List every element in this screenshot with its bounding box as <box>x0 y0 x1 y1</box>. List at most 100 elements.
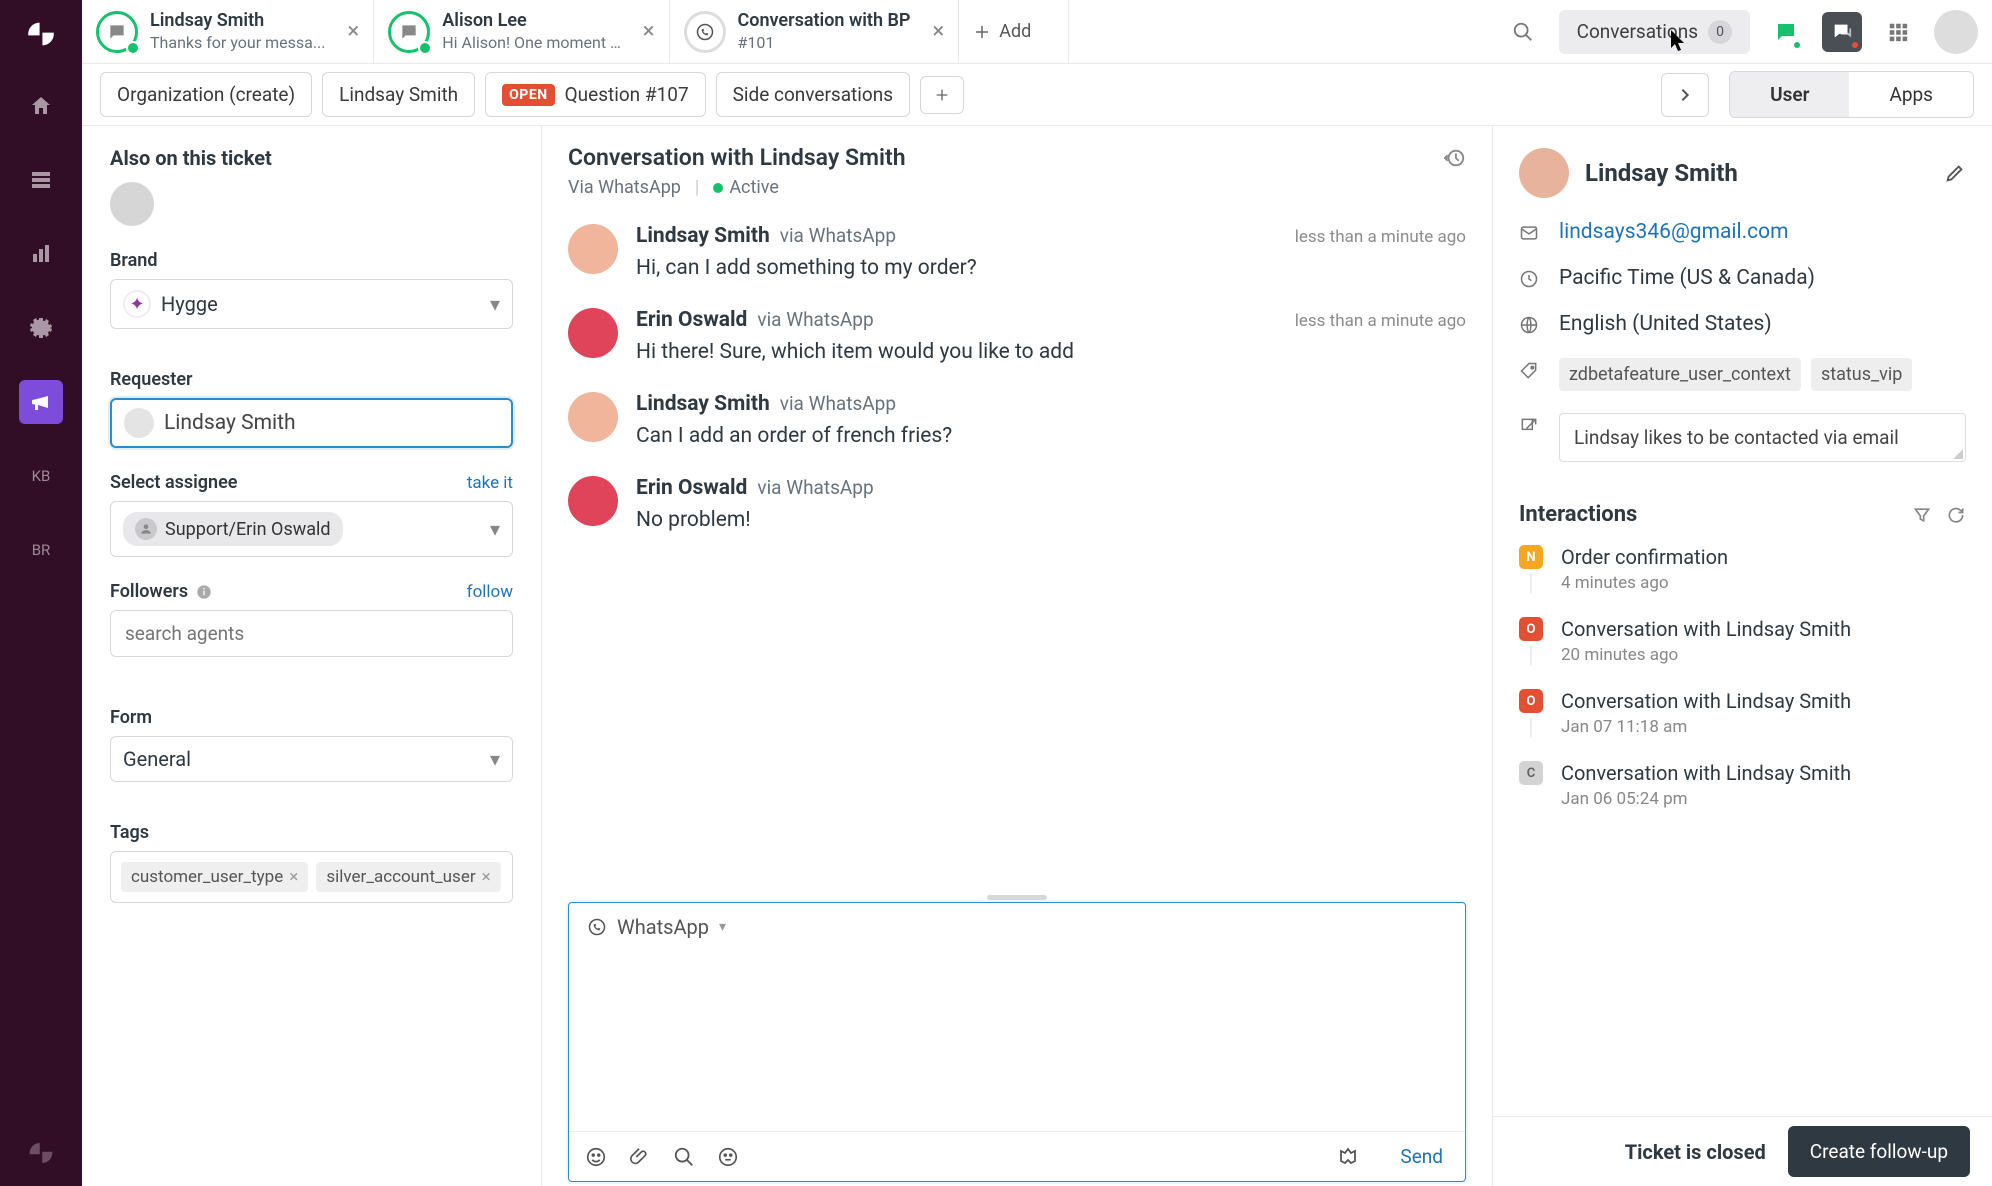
requester-label: Requester <box>110 369 513 390</box>
close-icon[interactable]: × <box>348 19 360 44</box>
search-kb-icon[interactable] <box>673 1146 695 1168</box>
zendesk-logo-icon[interactable] <box>21 14 61 54</box>
composer-textarea[interactable] <box>569 951 1465 1131</box>
breadcrumb-user[interactable]: Lindsay Smith <box>322 72 475 117</box>
refresh-icon[interactable] <box>1946 505 1966 525</box>
message: Erin Oswaldvia WhatsAppless than a minut… <box>568 308 1466 364</box>
talk-icon[interactable] <box>1822 12 1862 52</box>
search-icon[interactable] <box>1503 12 1543 52</box>
user-email[interactable]: lindsays346@gmail.com <box>1559 220 1789 244</box>
user-notes[interactable]: Lindsay likes to be contacted via email <box>1559 413 1966 462</box>
attachment-icon[interactable] <box>629 1146 651 1168</box>
history-icon[interactable] <box>1444 147 1466 169</box>
tab-0[interactable]: Lindsay SmithThanks for your messa... × <box>82 0 374 63</box>
form-label: Form <box>110 707 513 728</box>
breadcrumb-ticket[interactable]: OPEN Question #107 <box>485 72 705 117</box>
breadcrumb-org[interactable]: Organization (create) <box>100 72 312 117</box>
chevron-down-icon: ▾ <box>490 747 500 771</box>
user-profile: Lindsay Smith lindsays346@gmail.com Paci… <box>1493 126 1992 462</box>
knowledge-capture-icon[interactable] <box>1336 1145 1360 1169</box>
interaction-badge: N <box>1519 545 1543 569</box>
plus-icon <box>934 87 950 103</box>
emoji2-icon[interactable] <box>717 1146 739 1168</box>
drag-handle[interactable] <box>568 892 1466 902</box>
message-list: Lindsay Smithvia WhatsAppless than a min… <box>542 206 1492 892</box>
follow-link[interactable]: follow <box>467 582 513 602</box>
viewer-avatar[interactable] <box>110 182 154 226</box>
person-icon <box>135 518 157 540</box>
message-avatar <box>568 476 618 526</box>
add-side-conv-button[interactable] <box>920 76 964 114</box>
brand-value: Hygge <box>161 292 218 316</box>
kb-link[interactable]: KB <box>19 454 63 498</box>
toggle-user[interactable]: User <box>1730 72 1849 117</box>
message: Lindsay Smithvia WhatsAppless than a min… <box>568 224 1466 280</box>
requester-input[interactable]: Lindsay Smith <box>110 398 513 448</box>
chevron-right-icon <box>1677 87 1693 103</box>
interaction-item[interactable]: O Conversation with Lindsay SmithJan 07 … <box>1519 689 1966 737</box>
tags-input[interactable]: customer_user_type × silver_account_user … <box>110 851 513 903</box>
assignee-select[interactable]: Support/Erin Oswald ▾ <box>110 501 513 557</box>
tab-2[interactable]: Conversation with BP#101 × <box>670 0 960 63</box>
edit-icon[interactable] <box>1944 162 1966 184</box>
user-timezone: Pacific Time (US & Canada) <box>1559 266 1815 290</box>
close-icon[interactable]: × <box>643 19 655 44</box>
ticket-label: Question #107 <box>565 83 689 106</box>
whatsapp-icon <box>587 917 607 937</box>
conversation-via: Via WhatsApp <box>568 177 681 198</box>
create-followup-button[interactable]: Create follow-up <box>1788 1126 1970 1177</box>
ticket-footer: Ticket is closed Create follow-up <box>1493 1116 1992 1186</box>
send-button[interactable]: Send <box>1400 1145 1443 1168</box>
context-toggle: User Apps <box>1729 71 1974 118</box>
filter-icon[interactable] <box>1912 505 1932 525</box>
admin-icon[interactable] <box>19 306 63 350</box>
message: Lindsay Smithvia WhatsApp Can I add an o… <box>568 392 1466 448</box>
tab-1[interactable]: Alison LeeHi Alison! One moment … × <box>374 0 669 63</box>
interaction-item[interactable]: N Order confirmation4 minutes ago <box>1519 545 1966 593</box>
zendesk-brand-icon <box>26 1138 56 1168</box>
followers-input[interactable] <box>110 610 513 657</box>
side-conversations-tab[interactable]: Side conversations <box>716 72 910 117</box>
remove-tag-icon[interactable]: × <box>482 867 491 887</box>
user-name: Lindsay Smith <box>1585 159 1738 187</box>
status-badge: OPEN <box>502 84 554 106</box>
message: Erin Oswaldvia WhatsApp No problem! <box>568 476 1466 532</box>
home-icon[interactable] <box>19 84 63 128</box>
apps-grid-icon[interactable] <box>1878 12 1918 52</box>
brand-select[interactable]: ✦ Hygge ▾ <box>110 279 513 329</box>
reporting-icon[interactable] <box>19 232 63 276</box>
channel-label: WhatsApp <box>617 915 709 939</box>
tag-chip[interactable]: silver_account_user × <box>316 862 500 892</box>
emoji-icon[interactable] <box>585 1146 607 1168</box>
conversation-panel: Conversation with Lindsay Smith Via What… <box>542 126 1492 1186</box>
megaphone-icon[interactable] <box>19 380 63 424</box>
user-tags: zdbetafeature_user_contextstatus_vip <box>1559 358 1912 391</box>
br-link[interactable]: BR <box>19 528 63 572</box>
chat-icon[interactable] <box>1766 12 1806 52</box>
take-it-link[interactable]: take it <box>467 473 513 493</box>
conversation-title: Conversation with Lindsay Smith <box>568 144 906 171</box>
conversation-status: Active <box>713 177 779 198</box>
breadcrumb-bar: Organization (create) Lindsay Smith OPEN… <box>82 64 1992 126</box>
assignee-chip: Support/Erin Oswald <box>123 512 343 546</box>
plus-icon <box>973 23 991 41</box>
profile-avatar[interactable] <box>1934 10 1978 54</box>
interaction-item[interactable]: O Conversation with Lindsay Smith20 minu… <box>1519 617 1966 665</box>
channel-selector[interactable]: WhatsApp ▾ <box>569 903 1465 951</box>
form-select[interactable]: General ▾ <box>110 736 513 782</box>
interaction-badge: C <box>1519 761 1543 785</box>
views-icon[interactable] <box>19 158 63 202</box>
conversations-button[interactable]: Conversations 0 <box>1559 10 1750 54</box>
message-avatar <box>568 392 618 442</box>
tag-chip[interactable]: customer_user_type × <box>121 862 308 892</box>
interaction-item[interactable]: C Conversation with Lindsay SmithJan 06 … <box>1519 761 1966 809</box>
info-icon <box>196 584 212 600</box>
close-icon[interactable]: × <box>932 19 944 44</box>
remove-tag-icon[interactable]: × <box>289 867 298 887</box>
add-tab-button[interactable]: Add <box>959 0 1069 63</box>
expand-panel-button[interactable] <box>1661 73 1709 117</box>
followers-label: Followers <box>110 581 212 602</box>
toggle-apps[interactable]: Apps <box>1849 72 1973 117</box>
composer-toolbar: Send <box>569 1131 1465 1181</box>
tag-icon <box>1519 361 1541 381</box>
